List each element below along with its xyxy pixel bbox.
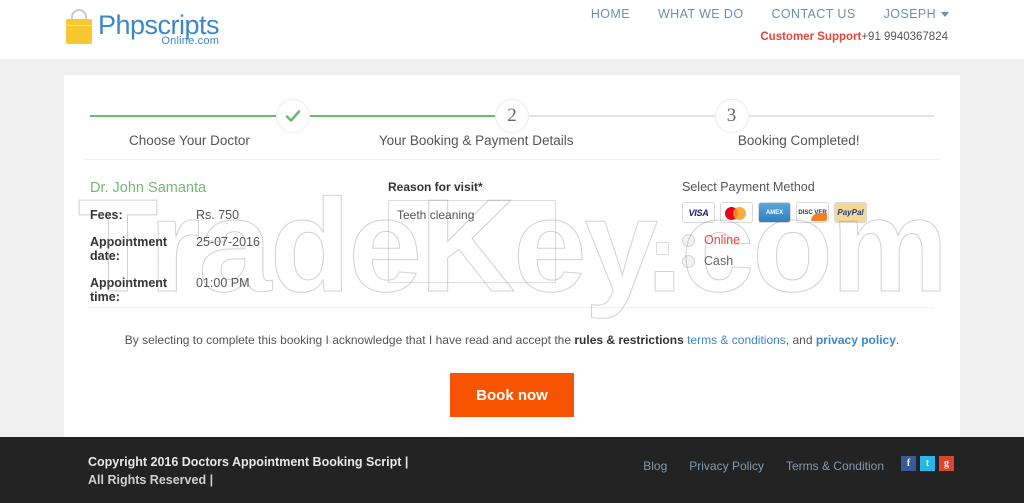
copyright-line-1: Copyright 2016 Doctors Appointment Booki… — [88, 455, 409, 469]
nav-account-label: JOSEPH — [883, 7, 936, 21]
nav-item-account-menu[interactable]: JOSEPH — [884, 7, 949, 21]
appointment-time-label: Appointment time: — [90, 276, 168, 304]
terms-conditions-link[interactable]: terms & conditions — [687, 333, 786, 347]
copyright-block: Copyright 2016 Doctors Appointment Booki… — [88, 453, 408, 489]
twitter-icon[interactable]: t — [920, 456, 935, 471]
appointment-time-value: 01:00 PM — [196, 276, 250, 290]
social-links: f t g — [901, 456, 954, 471]
footer-link-privacy-policy[interactable]: Privacy Policy — [689, 459, 764, 473]
doctor-summary: Dr. John Samanta Fees: Rs. 750 Appointme… — [90, 180, 380, 317]
nav-item-home[interactable]: HOME — [591, 7, 630, 21]
terms-acknowledgement: By selecting to complete this booking I … — [64, 333, 960, 347]
stepper-segment-2-3 — [529, 115, 715, 117]
paypal-card-icon: PayPal — [834, 202, 867, 223]
step-label-3: Booking Completed! — [737, 133, 860, 148]
main-navigation: HOME WHAT WE DO CONTACT US JOSEPH — [591, 7, 949, 21]
stepper-segment-trail — [748, 115, 934, 117]
book-now-button[interactable]: Book now — [450, 373, 574, 417]
facebook-icon[interactable]: f — [901, 456, 916, 471]
rules-restrictions-text: rules & restrictions — [574, 333, 684, 347]
customer-support: Customer Support+91 9940367824 — [760, 31, 948, 43]
fees-label: Fees: — [90, 208, 123, 222]
detail-row-time: Appointment time: 01:00 PM — [90, 276, 380, 304]
mastercard-card-icon — [720, 202, 753, 223]
appointment-date-label: Appointment date: — [90, 235, 168, 263]
footer-link-blog[interactable]: Blog — [643, 459, 667, 473]
fees-value: Rs. 750 — [196, 208, 240, 222]
stepper-segment-lead — [90, 115, 276, 117]
progress-stepper: 2 3 Choose Your Doctor Your Booking & Pa… — [64, 75, 960, 160]
terms-period: . — [895, 333, 900, 347]
payment-method-title: Select Payment Method — [682, 180, 815, 194]
nav-item-what-we-do[interactable]: WHAT WE DO — [658, 7, 743, 21]
step-marker-2[interactable]: 2 — [495, 99, 529, 133]
detail-row-date: Appointment date: 25-07-2016 — [90, 235, 380, 263]
payment-option-cash[interactable]: Cash — [682, 254, 932, 268]
payment-option-cash-label: Cash — [704, 254, 734, 268]
nav-item-contact-us[interactable]: CONTACT US — [771, 7, 855, 21]
shopping-bag-icon — [64, 9, 94, 45]
step-marker-1[interactable] — [275, 99, 310, 133]
radio-cash-icon[interactable] — [682, 254, 695, 268]
footer-link-terms-condition[interactable]: Terms & Condition — [786, 459, 884, 473]
copyright-line-2: All Rights Reserved | — [88, 473, 214, 487]
terms-intro-text: By selecting to complete this booking I … — [124, 333, 575, 347]
site-footer: Copyright 2016 Doctors Appointment Booki… — [0, 437, 1024, 503]
googleplus-icon[interactable]: g — [939, 456, 954, 471]
doctor-name: Dr. John Samanta — [90, 180, 207, 196]
payment-option-online-label: Online — [704, 233, 741, 247]
textarea-resize-handle[interactable] — [656, 242, 669, 255]
amex-card-icon: AMEX — [758, 202, 791, 223]
reason-for-visit-input[interactable] — [388, 200, 556, 283]
stepper-segment-1-2 — [309, 115, 495, 117]
footer-links: Blog Privacy Policy Terms & Condition — [643, 459, 884, 473]
check-icon — [285, 110, 300, 122]
payment-method-group: Select Payment Method VISA AMEX DISC VER… — [682, 180, 932, 275]
accepted-cards: VISA AMEX DISC VER PayPal — [682, 202, 932, 223]
section-divider — [90, 307, 934, 308]
step-label-1: Choose Your Doctor — [129, 133, 250, 148]
discover-card-icon: DISC VER — [796, 202, 829, 223]
reason-for-visit-label: Reason for visit* — [388, 180, 483, 194]
radio-online-icon[interactable] — [682, 233, 695, 247]
stepper-divider — [84, 159, 940, 160]
step-marker-3[interactable]: 3 — [714, 99, 749, 133]
terms-separator: , and — [785, 333, 816, 347]
customer-support-number[interactable]: +91 9940367824 — [861, 31, 948, 43]
customer-support-label: Customer Support — [760, 31, 862, 43]
step-label-2: Your Booking & Payment Details — [378, 133, 574, 148]
payment-option-online[interactable]: Online — [682, 233, 932, 247]
site-logo[interactable]: Phpscripts Online.com — [64, 5, 220, 47]
chevron-down-icon — [941, 12, 949, 18]
appointment-date-value: 25-07-2016 — [196, 235, 260, 249]
site-header: Phpscripts Online.com HOME WHAT WE DO CO… — [0, 0, 1024, 59]
reason-for-visit-group: Reason for visit* — [388, 180, 669, 283]
visa-card-icon: VISA — [682, 202, 715, 223]
detail-row-fees: Fees: Rs. 750 — [90, 208, 380, 222]
booking-card: 2 3 Choose Your Doctor Your Booking & Pa… — [64, 75, 960, 437]
privacy-policy-link[interactable]: privacy policy — [816, 333, 896, 347]
